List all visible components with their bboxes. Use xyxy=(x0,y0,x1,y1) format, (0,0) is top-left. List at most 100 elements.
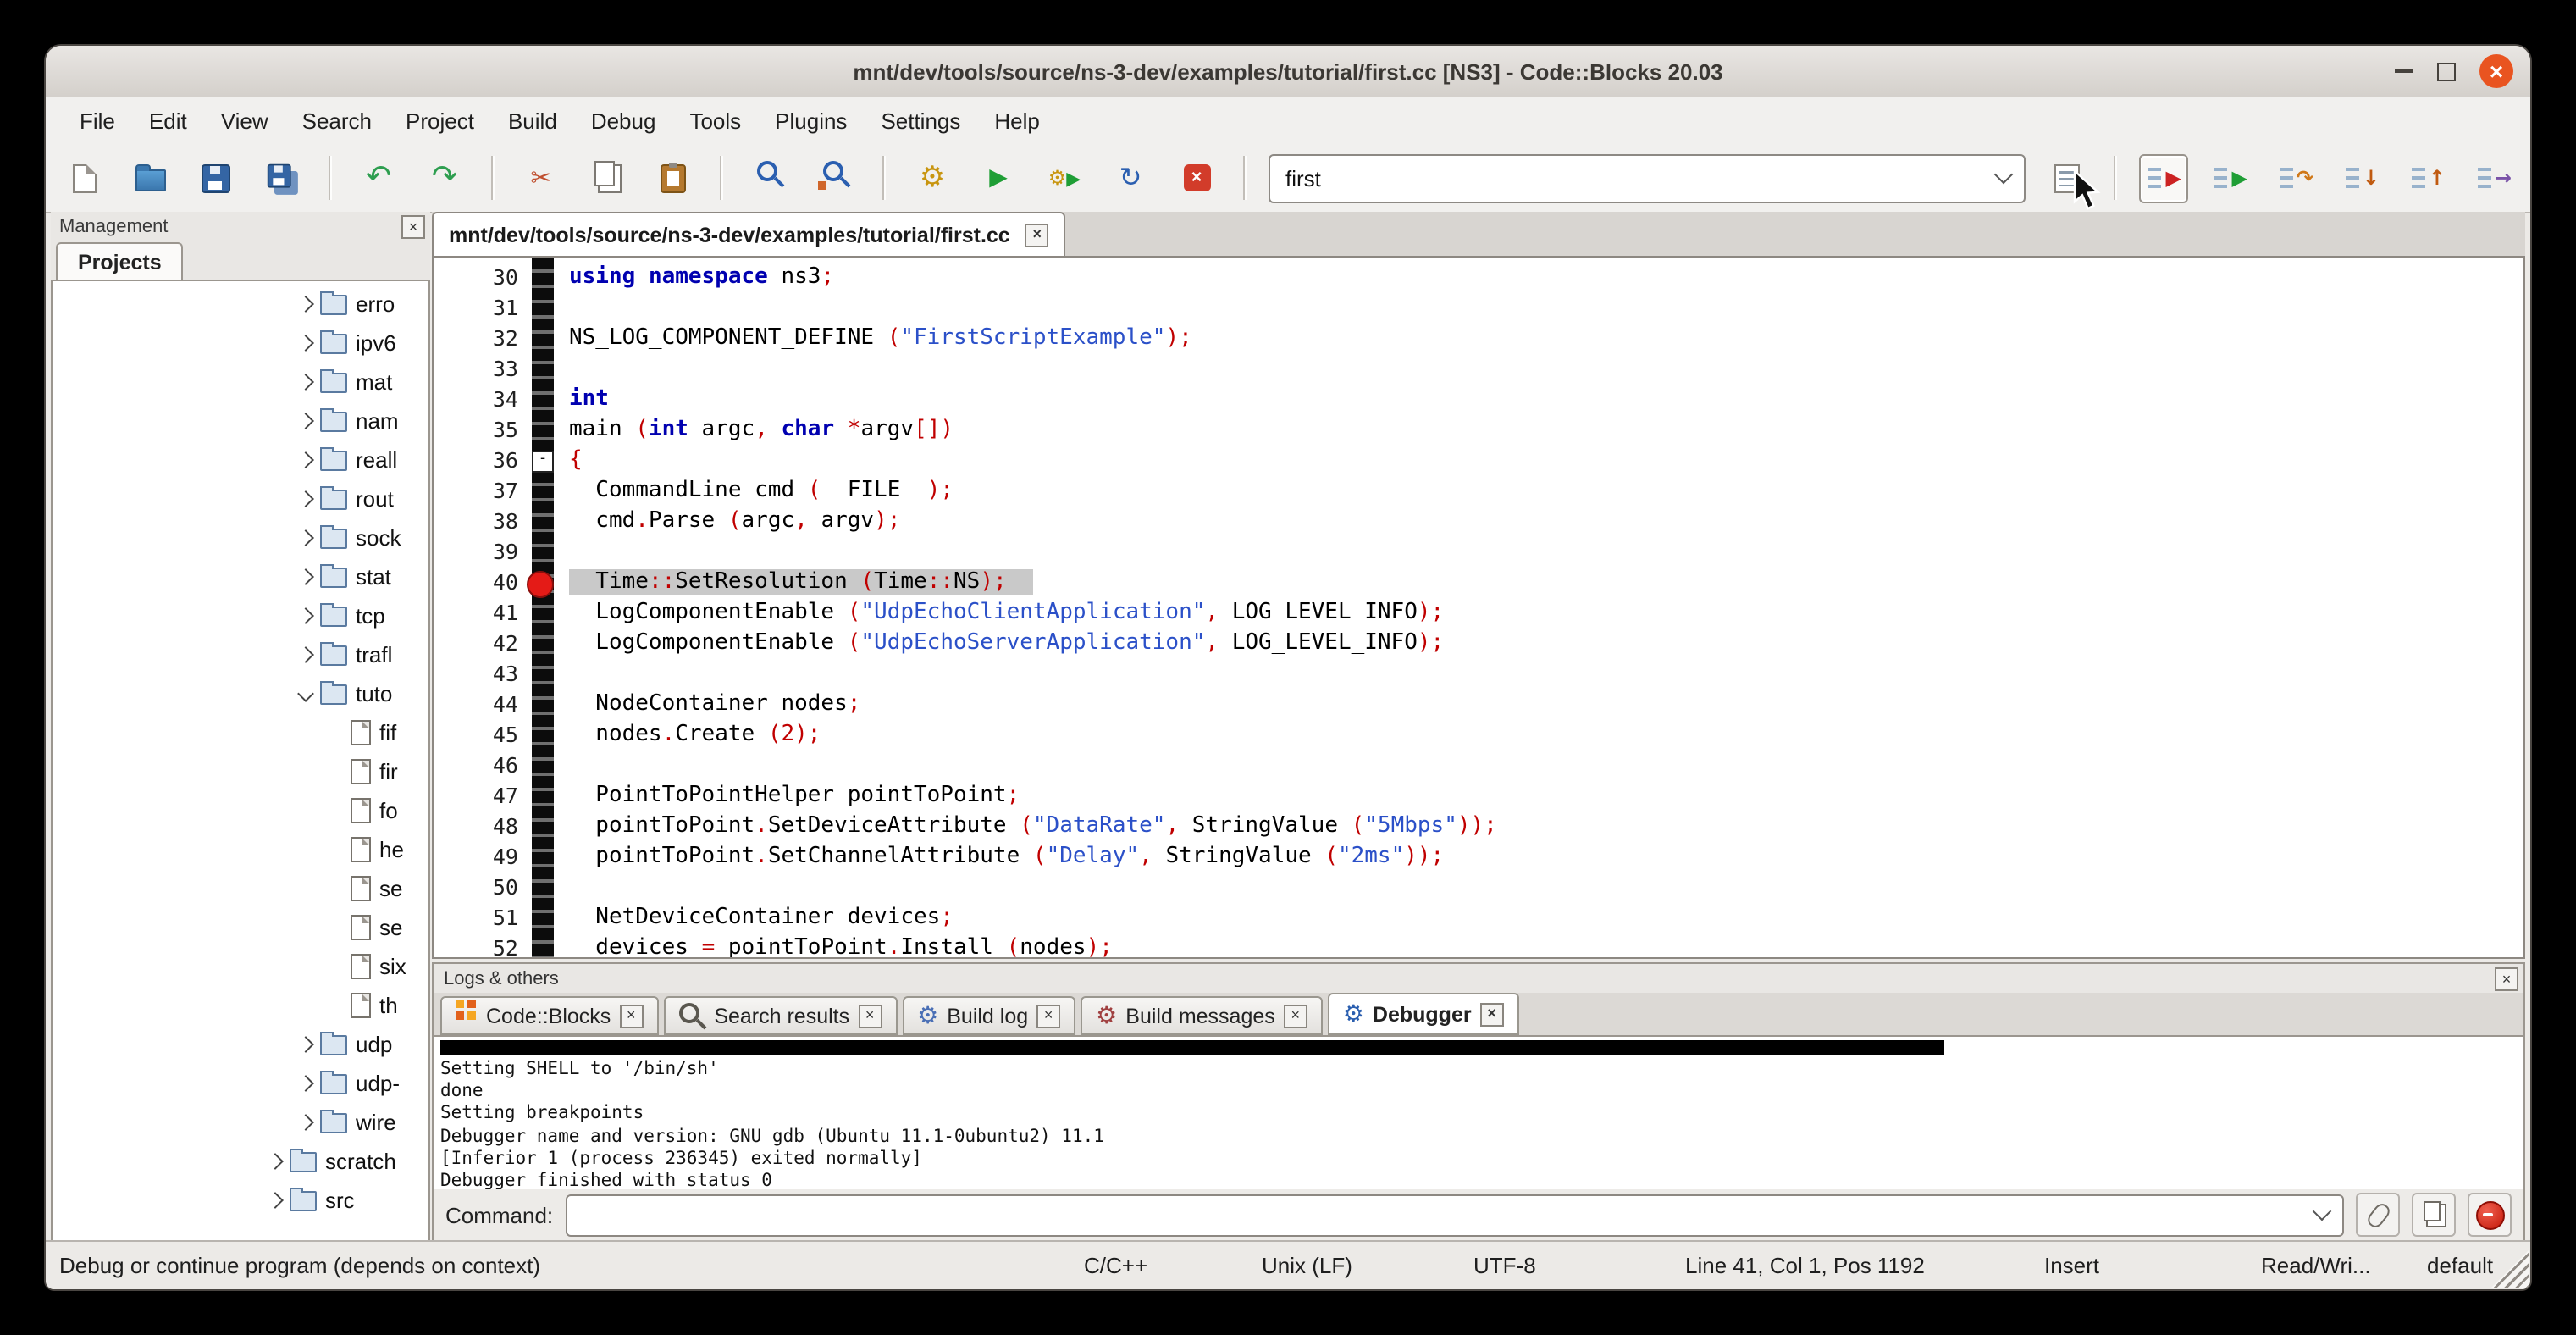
chevron-down-icon[interactable] xyxy=(297,685,314,702)
logs-tab-build-messages[interactable]: ⚙Build messages xyxy=(1081,996,1323,1035)
logs-tab-debugger[interactable]: ⚙Debugger xyxy=(1328,993,1519,1035)
tree-item-tcp[interactable]: tcp xyxy=(53,596,428,635)
menu-item-search[interactable]: Search xyxy=(285,97,389,144)
line-number[interactable]: 33 xyxy=(434,354,518,385)
tree-item-six[interactable]: six xyxy=(53,947,428,986)
breakpoint-icon[interactable] xyxy=(527,571,554,598)
management-close-icon[interactable] xyxy=(401,215,425,239)
tab-projects[interactable]: Projects xyxy=(56,242,184,280)
next-instruction-button[interactable]: → xyxy=(2469,153,2518,202)
fold-marker-icon[interactable] xyxy=(532,451,554,473)
line-number[interactable]: 32 xyxy=(434,324,518,354)
next-line-button[interactable]: ↷ xyxy=(2271,153,2320,202)
copy-log-button[interactable] xyxy=(2412,1193,2456,1237)
chevron-right-icon[interactable] xyxy=(297,568,314,585)
minimize-button[interactable] xyxy=(2395,69,2413,73)
logs-close-icon[interactable] xyxy=(2495,967,2518,991)
save-file-button[interactable] xyxy=(191,153,240,202)
chevron-right-icon[interactable] xyxy=(297,607,314,624)
chevron-right-icon[interactable] xyxy=(267,1192,284,1209)
cut-button[interactable]: ✂ xyxy=(517,153,566,202)
menu-item-edit[interactable]: Edit xyxy=(132,97,204,144)
paste-button[interactable] xyxy=(649,153,698,202)
line-number[interactable]: 35 xyxy=(434,415,518,446)
menu-item-debug[interactable]: Debug xyxy=(574,97,673,144)
menu-item-project[interactable]: Project xyxy=(389,97,491,144)
chevron-right-icon[interactable] xyxy=(297,374,314,391)
tab-close-icon[interactable] xyxy=(858,1004,882,1028)
tree-item-se[interactable]: se xyxy=(53,908,428,947)
line-number[interactable]: 34 xyxy=(434,385,518,415)
tree-item-he[interactable]: he xyxy=(53,830,428,869)
command-input[interactable] xyxy=(567,1201,2302,1228)
tree-item-se[interactable]: se xyxy=(53,869,428,908)
tree-item-th[interactable]: th xyxy=(53,986,428,1025)
chevron-right-icon[interactable] xyxy=(297,1114,314,1131)
tree-item-rout[interactable]: rout xyxy=(53,479,428,518)
tree-item-ipv6[interactable]: ipv6 xyxy=(53,324,428,363)
debugger-log[interactable]: Setting SHELL to '/bin/sh'doneSetting br… xyxy=(434,1037,2523,1189)
command-dropdown-icon[interactable] xyxy=(2302,1195,2342,1234)
abort-build-button[interactable]: × xyxy=(1172,153,1221,202)
code-editor[interactable]: 30using namespace ns3;3132NS_LOG_COMPONE… xyxy=(432,256,2525,959)
line-number[interactable]: 39 xyxy=(434,537,518,568)
search-target-input[interactable] xyxy=(1270,163,1983,192)
tab-close-icon[interactable] xyxy=(1480,1002,1504,1026)
menu-item-file[interactable]: File xyxy=(63,97,132,144)
run-to-cursor-button[interactable]: ▶ xyxy=(2205,153,2254,202)
title-bar[interactable]: mnt/dev/tools/source/ns-3-dev/examples/t… xyxy=(46,46,2530,98)
chevron-right-icon[interactable] xyxy=(297,490,314,507)
line-number[interactable]: 31 xyxy=(434,293,518,324)
chevron-right-icon[interactable] xyxy=(297,296,314,313)
line-number[interactable]: 47 xyxy=(434,781,518,812)
chevron-right-icon[interactable] xyxy=(297,646,314,663)
line-number[interactable]: 40 xyxy=(434,568,518,598)
menu-item-view[interactable]: View xyxy=(204,97,285,144)
tree-item-scratch[interactable]: scratch xyxy=(53,1142,428,1181)
tree-item-fir[interactable]: fir xyxy=(53,752,428,791)
tree-item-fo[interactable]: fo xyxy=(53,791,428,830)
tree-item-fif[interactable]: fif xyxy=(53,713,428,752)
chevron-right-icon[interactable] xyxy=(297,451,314,468)
command-combobox[interactable] xyxy=(565,1194,2344,1236)
tree-item-sock[interactable]: sock xyxy=(53,518,428,557)
line-number[interactable]: 36 xyxy=(434,446,518,476)
tree-item-udp[interactable]: udp xyxy=(53,1025,428,1064)
logs-tab-code-blocks[interactable]: Code::Blocks xyxy=(440,996,658,1035)
chevron-right-icon[interactable] xyxy=(297,335,314,352)
editor-tab-first-cc[interactable]: mnt/dev/tools/source/ns-3-dev/examples/t… xyxy=(432,212,1066,256)
chevron-right-icon[interactable] xyxy=(297,1036,314,1053)
attach-button[interactable] xyxy=(2356,1193,2400,1237)
chevron-right-icon[interactable] xyxy=(297,413,314,429)
tree-item-mat[interactable]: mat xyxy=(53,363,428,402)
logs-tab-build-log[interactable]: ⚙Build log xyxy=(902,996,1075,1035)
line-number[interactable]: 43 xyxy=(434,659,518,690)
project-tree[interactable]: erroipv6matnamreallroutsockstattcptraflt… xyxy=(51,280,430,1242)
find-in-files-button[interactable] xyxy=(811,153,860,202)
menu-item-settings[interactable]: Settings xyxy=(864,97,977,144)
line-number[interactable]: 49 xyxy=(434,842,518,872)
tree-item-src[interactable]: src xyxy=(53,1181,428,1220)
new-file-button[interactable] xyxy=(59,153,108,202)
undo-button[interactable]: ↶ xyxy=(354,153,403,202)
open-file-button[interactable] xyxy=(125,153,174,202)
line-number[interactable]: 45 xyxy=(434,720,518,751)
tree-item-stat[interactable]: stat xyxy=(53,557,428,596)
step-into-button[interactable]: ↓ xyxy=(2337,153,2386,202)
line-number[interactable]: 41 xyxy=(434,598,518,629)
tab-close-icon[interactable] xyxy=(619,1004,643,1028)
line-number[interactable]: 42 xyxy=(434,629,518,659)
maximize-button[interactable] xyxy=(2437,62,2456,80)
build-button[interactable]: ⚙ xyxy=(908,153,957,202)
combo-dropdown-icon[interactable] xyxy=(1983,155,2024,201)
editor-tab-close-icon[interactable] xyxy=(1025,223,1049,247)
chevron-right-icon[interactable] xyxy=(297,529,314,546)
tree-item-udp-[interactable]: udp- xyxy=(53,1064,428,1103)
line-number[interactable]: 44 xyxy=(434,690,518,720)
search-target-combobox[interactable] xyxy=(1269,153,2026,202)
tab-close-icon[interactable] xyxy=(1284,1004,1307,1028)
tree-item-trafl[interactable]: trafl xyxy=(53,635,428,674)
copy-button[interactable] xyxy=(583,153,632,202)
logs-tab-search-results[interactable]: Search results xyxy=(663,996,897,1035)
build-and-run-button[interactable]: ⚙▶ xyxy=(1040,153,1089,202)
